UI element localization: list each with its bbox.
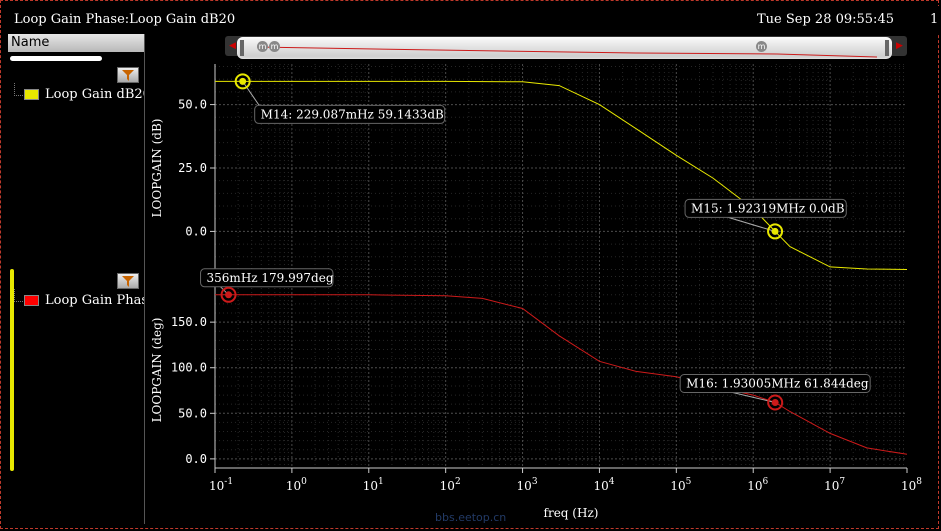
marker-dot [771,227,779,235]
marker-label: 356mHz 179.997deg [207,271,334,285]
legend-item-label: Loop Gain dB20 [45,87,144,102]
scroll-marker-m15[interactable]: m [756,41,767,52]
x-tick-label: 108 [901,477,922,493]
x-tick-label: 102 [440,477,461,493]
filter-icon[interactable] [117,273,139,289]
y-tick-label: 50.0 [178,98,207,112]
tree-connector [14,289,23,302]
x-tick-label: 106 [747,477,768,493]
title-bar: Loop Gain Phase:Loop Gain dB20 Tue Sep 2… [2,6,939,34]
window-title: Loop Gain Phase:Loop Gain dB20 [14,12,236,27]
plot-panel-gain: 0.0 25.0 50.0 LOOPGAIN (dB) M14: 229.087mHz … [150,64,908,272]
marker-dot [771,399,779,407]
name-column-header[interactable]: Name [8,34,144,52]
y-axis-label: LOOPGAIN (deg) [150,318,164,423]
zoom-scroll-thumb[interactable]: m m m [237,37,892,59]
tree-connector [14,83,23,96]
marker-dot [225,291,233,299]
scroll-right-arrow-icon[interactable]: ▶ [896,41,903,51]
plot-panel-phase: 0.0 50.0 100.0 150.0 LOOPGAIN (deg) 356mHz 17… [150,268,908,469]
y-axis-label: LOOPGAIN (dB) [150,119,164,218]
marker-dot [239,77,247,85]
x-tick-label: 107 [824,477,845,493]
y-tick-label: 100.0 [171,361,207,375]
sidebar-scroll-pill[interactable] [10,56,102,61]
loop-gain-chart: 0.0 25.0 50.0 LOOPGAIN (dB) M14: 229.087mHz … [150,64,922,520]
marker-label: M16: 1.93005MHz 61.844deg [686,377,869,391]
datetime-label: Tue Sep 28 09:55:45 [757,12,894,27]
marker-label: M14: 229.087mHz 59.1433dB [261,107,444,121]
x-tick-label: 104 [593,477,614,493]
scroll-marker-m17[interactable]: m [269,41,280,52]
scroll-marker-m14[interactable]: m [257,41,268,52]
scroll-left-arrow-icon[interactable]: ◀ [229,41,236,51]
trace-browser: Name Loop Gain dB20 Loop Gain Phase [8,34,145,524]
legend-swatch [24,89,39,100]
y-tick-label: 50.0 [178,406,207,420]
legend-swatch [24,295,39,306]
x-tick-label: 101 [363,477,384,493]
x-tick-label: 10-1 [209,477,233,493]
y-tick-label: 0.0 [185,452,207,466]
y-tick-label: 150.0 [171,315,207,329]
x-tick-label: 105 [670,477,691,493]
x-tick-label: 103 [517,477,538,493]
selection-indicator [10,269,14,471]
filter-icon[interactable] [117,67,139,83]
x-tick-label: 100 [286,477,307,493]
y-tick-label: 25.0 [178,161,207,175]
legend-item-loop-gain-phase[interactable]: Loop Gain Phase [24,293,144,308]
marker-label: M15: 1.92319MHz 0.0dB [691,201,845,215]
legend-item-loop-gain-db20[interactable]: Loop Gain dB20 [24,87,144,102]
y-tick-label: 0.0 [185,224,207,238]
watermark: bbs.eetop.cn [435,511,507,524]
x-axis-label: freq (Hz) [544,506,599,520]
legend-item-label: Loop Gain Phase [45,293,144,308]
panel-number: 1 [930,12,939,27]
